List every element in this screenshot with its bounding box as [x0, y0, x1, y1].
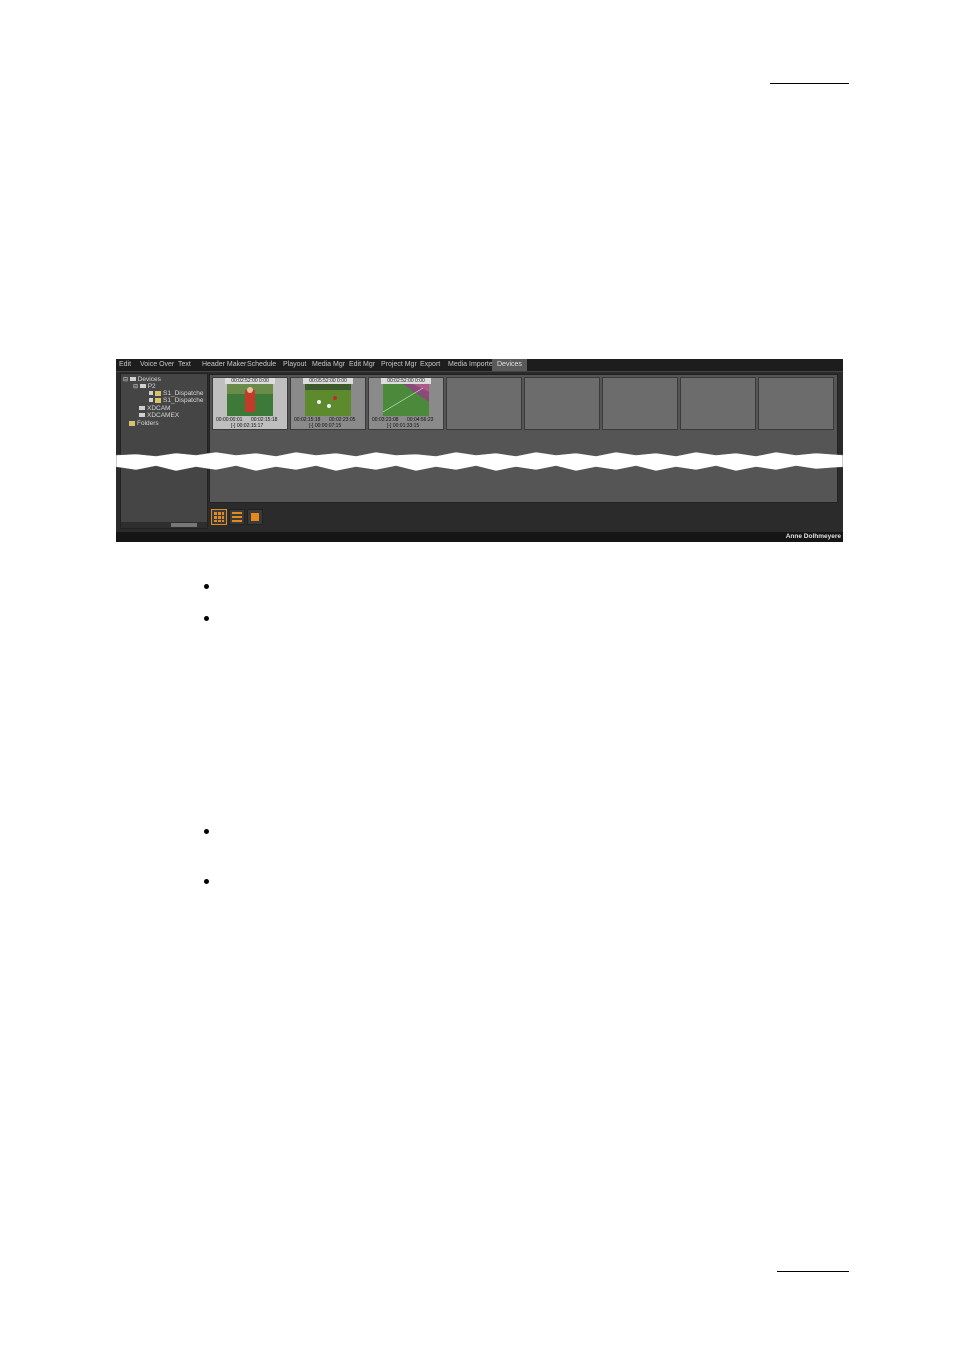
- tab-edit[interactable]: Edit: [119, 359, 131, 371]
- clip-card-3[interactable]: 00:02:52:00 0:00 00:03:23:08 00:04:56:23…: [368, 377, 444, 430]
- list-view-button[interactable]: [229, 509, 245, 525]
- tree-scrollbar[interactable]: [121, 522, 207, 528]
- devices-screenshot: Edit Voice Over Text Header Maker Schedu…: [116, 359, 843, 542]
- folder-icon: [155, 390, 161, 396]
- scrollbar-thumb[interactable]: [171, 523, 197, 527]
- empty-clip-slot[interactable]: [680, 377, 756, 430]
- checkbox-icon[interactable]: [149, 391, 153, 396]
- footer-rule: [777, 1271, 849, 1272]
- bullet-3: [204, 829, 209, 834]
- tab-schedule[interactable]: Schedule: [247, 359, 276, 371]
- device-icon: [139, 384, 146, 389]
- tab-media-mgr[interactable]: Media Mgr: [312, 359, 345, 371]
- clip-duration: [-] 00:01:33:15: [387, 423, 420, 429]
- folder-icon: [155, 397, 161, 403]
- device-icon: [139, 413, 145, 418]
- empty-clip-slot[interactable]: [524, 377, 600, 430]
- tab-playout[interactable]: Playout: [283, 359, 306, 371]
- status-user: Anne Dolhmeyere: [785, 533, 841, 540]
- device-icon: [129, 377, 136, 382]
- tab-media-importer[interactable]: Media Importer: [448, 359, 495, 371]
- clip-grid: 00:02:52:00 0:00 00:00:00:01 00:02:15:18…: [209, 374, 838, 503]
- tab-text[interactable]: Text: [178, 359, 191, 371]
- tree-node-folders[interactable]: Folders: [129, 420, 159, 428]
- list-view-icon: [232, 512, 242, 522]
- single-view-icon: [251, 513, 259, 521]
- tab-export[interactable]: Export: [420, 359, 440, 371]
- clip-duration: [-] 00:00:07:15: [309, 423, 342, 429]
- tab-bar: Edit Voice Over Text Header Maker Schedu…: [116, 359, 843, 372]
- tab-project-mgr[interactable]: Project Mgr: [381, 359, 417, 371]
- tree-node-xdcamex[interactable]: XDCAMEX: [139, 412, 179, 420]
- tree-node-clip-2[interactable]: S1_Dispatche: [149, 397, 203, 405]
- empty-clip-slot[interactable]: [602, 377, 678, 430]
- folder-icon: [129, 420, 135, 426]
- clip-card-1[interactable]: 00:02:52:00 0:00 00:00:00:01 00:02:15:18…: [212, 377, 288, 430]
- tab-voice-over[interactable]: Voice Over: [140, 359, 174, 371]
- grid-view-button[interactable]: [211, 509, 227, 525]
- tab-edit-mgr[interactable]: Edit Mgr: [349, 359, 375, 371]
- torn-break: [116, 451, 843, 472]
- single-view-button[interactable]: [247, 509, 263, 525]
- header-rule: [770, 83, 849, 84]
- bullet-4: [204, 879, 209, 884]
- clip-card-2[interactable]: 00:05:52:00 0:00 00:02:15:18 00:02:23:05…: [290, 377, 366, 430]
- clip-thumbnail: [305, 384, 351, 416]
- grid-view-icon: [214, 512, 224, 522]
- bullet-2: [204, 616, 209, 621]
- bullet-1: [204, 584, 209, 589]
- tab-header-maker[interactable]: Header Maker: [202, 359, 246, 371]
- empty-clip-slot[interactable]: [758, 377, 834, 430]
- clip-thumbnail: [227, 384, 273, 416]
- device-icon: [139, 406, 145, 411]
- tab-devices[interactable]: Devices: [492, 359, 527, 371]
- checkbox-icon[interactable]: [149, 398, 153, 403]
- clip-thumbnail: [383, 384, 429, 416]
- empty-clip-slot[interactable]: [446, 377, 522, 430]
- clip-duration: [-] 00:02:15:17: [231, 423, 264, 429]
- status-bar: Anne Dolhmeyere: [116, 532, 843, 542]
